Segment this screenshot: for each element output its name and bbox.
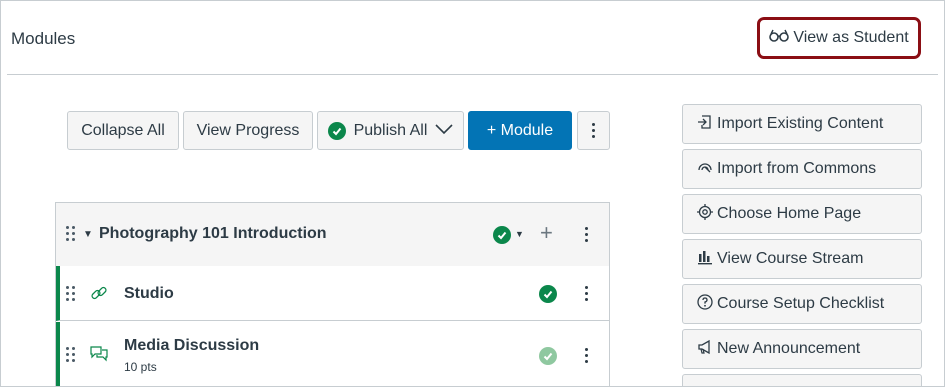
import-existing-content-button[interactable]: Import Existing Content (682, 104, 922, 144)
question-circle-icon (697, 293, 713, 315)
course-setup-checklist-button[interactable]: Course Setup Checklist (682, 284, 922, 324)
module-card: ▼ Photography 101 Introduction ▼ + Studi… (55, 202, 610, 386)
import-from-commons-label: Import from Commons (717, 160, 877, 177)
item-kebab-icon[interactable] (585, 348, 588, 363)
choose-home-page-label: Choose Home Page (717, 205, 862, 222)
collapse-all-label: Collapse All (81, 121, 165, 139)
add-item-icon[interactable]: + (540, 220, 553, 246)
view-course-stream-label: View Course Stream (717, 250, 864, 267)
add-module-button[interactable]: + Module (468, 111, 572, 150)
collapse-all-button[interactable]: Collapse All (67, 111, 179, 150)
link-icon (90, 284, 108, 307)
import-from-commons-button[interactable]: Import from Commons (682, 149, 922, 189)
module-item[interactable]: Media Discussion 10 pts (56, 322, 609, 386)
glasses-icon (769, 29, 790, 48)
chevron-down-icon (435, 122, 453, 140)
kebab-icon (592, 123, 595, 138)
sidebar-more-button[interactable] (682, 374, 922, 386)
more-options-button[interactable] (577, 111, 610, 150)
add-module-label: + Module (486, 121, 554, 139)
view-course-stream-button[interactable]: View Course Stream (682, 239, 922, 279)
item-published-icon[interactable] (539, 285, 557, 303)
header-divider (7, 74, 938, 75)
page-title: Modules (11, 29, 76, 48)
view-progress-button[interactable]: View Progress (183, 111, 313, 150)
module-kebab-icon[interactable] (585, 227, 588, 242)
item-points: 10 pts (124, 360, 157, 374)
item-published-icon[interactable] (539, 347, 557, 365)
publish-all-button[interactable]: Publish All (317, 111, 464, 150)
module-published-icon[interactable] (493, 226, 511, 244)
new-announcement-button[interactable]: New Announcement (682, 329, 922, 369)
course-setup-checklist-label: Course Setup Checklist (717, 295, 885, 312)
view-progress-label: View Progress (196, 121, 300, 139)
choose-home-page-button[interactable]: Choose Home Page (682, 194, 922, 234)
item-title[interactable]: Media Discussion (124, 337, 259, 355)
publish-all-label: Publish All (353, 121, 428, 139)
megaphone-icon (697, 339, 713, 360)
discussion-icon (90, 346, 108, 367)
import-existing-content-label: Import Existing Content (717, 115, 884, 132)
module-title: Photography 101 Introduction (99, 225, 327, 242)
item-title[interactable]: Studio (124, 285, 174, 303)
view-as-student-button[interactable]: View as Student (757, 17, 921, 59)
commons-icon (697, 159, 713, 180)
drag-handle-icon[interactable] (66, 226, 75, 241)
target-icon (697, 203, 713, 225)
view-as-student-label: View as Student (793, 29, 909, 46)
module-header[interactable]: ▼ Photography 101 Introduction ▼ + (56, 203, 609, 267)
caret-down-icon[interactable]: ▼ (83, 229, 93, 240)
drag-handle-icon[interactable] (66, 347, 75, 362)
new-announcement-label: New Announcement (717, 340, 861, 357)
module-item[interactable]: Studio (56, 266, 609, 321)
page: Modules View as Student Collapse All Vie… (0, 0, 945, 387)
publish-caret-icon[interactable]: ▼ (515, 229, 524, 239)
import-icon (697, 114, 713, 135)
published-check-icon (327, 121, 346, 140)
item-kebab-icon[interactable] (585, 286, 588, 301)
drag-handle-icon[interactable] (66, 286, 75, 301)
bar-chart-icon (697, 249, 713, 270)
